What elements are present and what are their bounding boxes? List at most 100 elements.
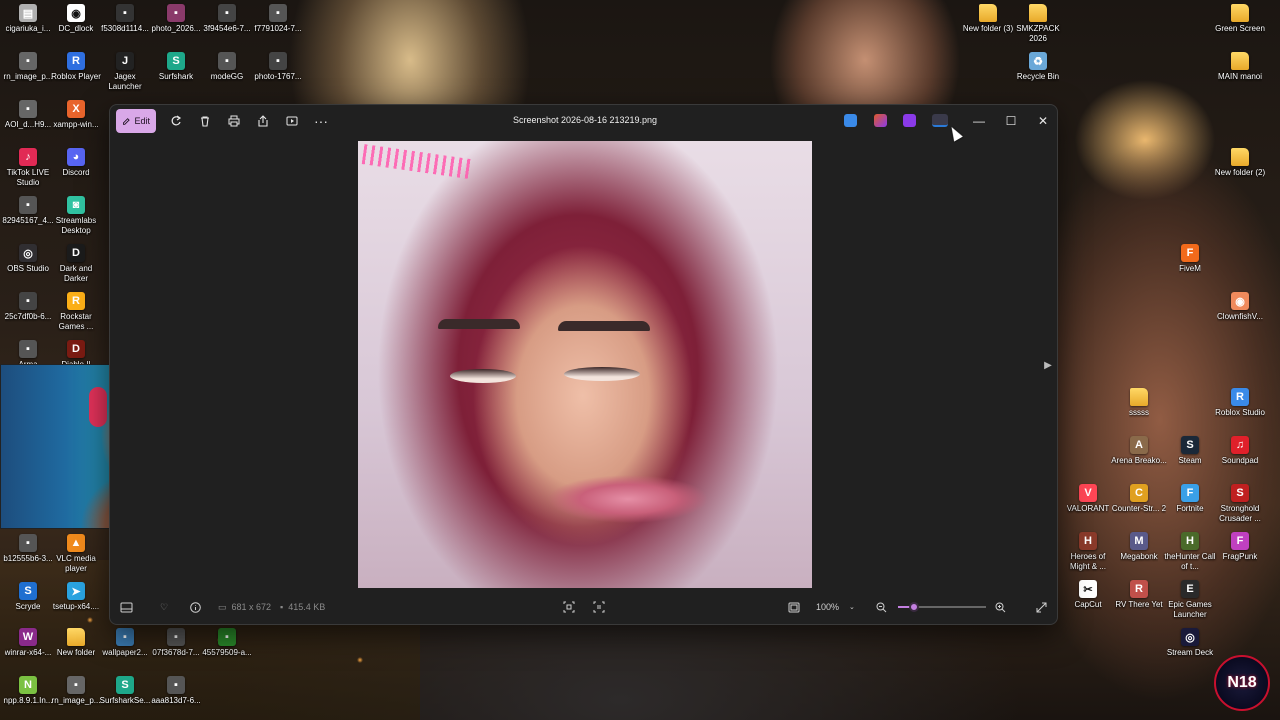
desktop-icon-label: Stronghold Crusader ... (1219, 504, 1261, 523)
close-button[interactable]: ✕ (1028, 109, 1057, 133)
desktop-icon[interactable]: S SurfsharkSe... (97, 676, 153, 706)
desktop-icon[interactable]: R Rockstar Games ... (48, 292, 104, 332)
clipchamp-icon[interactable] (874, 114, 887, 127)
desktop-icon[interactable]: ▪ modeGG (199, 52, 255, 82)
zoom-dropdown[interactable]: 100% ⌄ (816, 598, 855, 616)
app-icon: F (1181, 484, 1199, 502)
desktop-icon[interactable]: ▪ photo_2026... (148, 4, 204, 34)
desktop-icon-label: AOI_d...H9... (4, 120, 52, 129)
desktop-icon[interactable]: R Roblox Player (48, 52, 104, 82)
rotate-icon[interactable] (164, 109, 188, 133)
desktop-icon[interactable]: New folder (48, 628, 104, 658)
app-icon: ✂ (1079, 580, 1097, 598)
crop-icon[interactable] (563, 598, 575, 616)
more-icon[interactable]: ··· (309, 109, 333, 133)
desktop-icon[interactable]: ◙ Streamlabs Desktop (48, 196, 104, 236)
desktop-icon[interactable]: ♫ Soundpad (1212, 436, 1268, 466)
desktop-icon[interactable]: J Jagex Launcher (97, 52, 153, 92)
desktop-icon[interactable]: ✂ CapCut (1060, 580, 1116, 610)
slideshow-icon[interactable] (280, 109, 304, 133)
fit-to-window-icon[interactable] (788, 598, 800, 616)
desktop-icon[interactable]: H Heroes of Might & ... (1060, 532, 1116, 572)
app-icon: N (19, 676, 37, 694)
desktop-icon[interactable]: S Surfshark (148, 52, 204, 82)
video-editor-icon[interactable] (903, 114, 916, 127)
app-icon: H (1079, 532, 1097, 550)
maximize-button[interactable]: ☐ (996, 109, 1026, 133)
desktop-icon[interactable]: SMKZPACK 2026 (1010, 4, 1066, 44)
desktop-icon[interactable]: F FiveM (1162, 244, 1218, 274)
desktop-icon[interactable]: M Megabonk (1111, 532, 1167, 562)
next-image-arrow[interactable]: ▶ (1040, 355, 1056, 375)
heart-icon[interactable]: ♡ (160, 598, 168, 616)
app-icon: ▪ (218, 628, 236, 646)
desktop-icon[interactable]: ▪ 3f9454e6-7... (199, 4, 255, 34)
desktop-icon[interactable]: ▪ photo-1767... (250, 52, 306, 82)
desktop-icon[interactable]: C Counter-Str... 2 (1111, 484, 1167, 514)
desktop-icon[interactable]: F Fortnite (1162, 484, 1218, 514)
image-dimensions: ▭ 681 x 672 (218, 598, 271, 616)
designer-icon[interactable] (844, 114, 857, 127)
desktop-icon[interactable]: ▪ f5308d1114... (97, 4, 153, 34)
fullscreen-icon[interactable] (1036, 598, 1047, 616)
zoom-in-icon[interactable] (995, 598, 1006, 616)
desktop-icon[interactable]: V VALORANT (1060, 484, 1116, 514)
app-icon: C (1130, 484, 1148, 502)
desktop-icon[interactable]: ♻ Recycle Bin (1010, 52, 1066, 82)
zoom-slider-thumb[interactable] (908, 602, 919, 612)
desktop-icon[interactable]: ▪ wallpaper2... (97, 628, 153, 658)
desktop-icon[interactable]: D Dark and Darker (48, 244, 104, 284)
desktop-icon[interactable]: R RV There Yet (1111, 580, 1167, 610)
desktop-icon[interactable]: Green Screen (1212, 4, 1268, 34)
desktop-icon[interactable]: ▲ VLC media player (48, 534, 104, 574)
desktop-icon[interactable]: E Epic Games Launcher (1162, 580, 1218, 620)
desktop-icon[interactable]: Xxampp-win... (48, 100, 104, 130)
desktop-icon[interactable]: S Stronghold Crusader ... (1212, 484, 1268, 524)
desktop-icon[interactable]: S Steam (1162, 436, 1218, 466)
desktop-icon-label: Stream Deck (1166, 648, 1214, 657)
desktop-icon[interactable]: MAIN manoi (1212, 52, 1268, 82)
desktop-icon[interactable]: ▪ f7791024-7... (250, 4, 306, 34)
desktop-icon[interactable]: ◎ Stream Deck (1162, 628, 1218, 658)
app-icon: S (1231, 484, 1249, 502)
app-icon: M (1130, 532, 1148, 550)
app-icon: ▪ (218, 52, 236, 70)
desktop-icon[interactable]: ➤ tsetup-x64.... (48, 582, 104, 612)
desktop-icon[interactable]: ◉ DC_dlock (48, 4, 104, 34)
desktop-icon[interactable]: ▪ aaa813d7-6... (148, 676, 204, 706)
desktop-icon[interactable]: HtheHunter Call of t... (1162, 532, 1218, 572)
edit-button[interactable]: Edit (116, 109, 156, 133)
desktop-icon-label: Streamlabs Desktop (55, 216, 97, 235)
desktop-icon[interactable]: A Arena Breako... (1111, 436, 1167, 466)
desktop-icon[interactable]: New folder (2) (1212, 148, 1268, 178)
zoom-out-icon[interactable] (876, 598, 887, 616)
print-icon[interactable] (222, 109, 246, 133)
desktop-icon[interactable]: ◉ ClownfishV... (1212, 292, 1268, 322)
minimize-button[interactable]: — (964, 109, 994, 133)
desktop-icon-label: Roblox Player (51, 72, 101, 81)
filmstrip-icon[interactable] (120, 598, 133, 616)
folder-icon (979, 4, 997, 22)
desktop-icon[interactable]: ◕ Discord (48, 148, 104, 178)
onedrive-icon[interactable] (932, 114, 948, 127)
desktop-icon[interactable]: F FragPunk (1212, 532, 1268, 562)
trash-icon[interactable] (193, 109, 217, 133)
title-bar[interactable]: Edit ··· Screenshot 2026-08-16 213219.pn… (110, 105, 1057, 138)
desktop-icon[interactable]: New folder (3) (960, 4, 1016, 34)
desktop-icon[interactable]: ▪ 45579509-a... (199, 628, 255, 658)
share-icon[interactable] (251, 109, 275, 133)
app-icon: ▪ (269, 52, 287, 70)
desktop-icon[interactable]: sssss (1111, 388, 1167, 418)
app-icon: ▪ (19, 196, 37, 214)
desktop-icon-label: aaa813d7-6... (151, 696, 201, 705)
visual-search-icon[interactable] (593, 598, 605, 616)
desktop-icon-label: photo_2026... (151, 24, 201, 33)
desktop-icon-label: Jagex Launcher (108, 72, 142, 91)
displayed-image[interactable] (358, 141, 812, 588)
zoom-slider[interactable] (898, 602, 986, 612)
desktop-icon[interactable]: ▪ 07f3678d-7... (148, 628, 204, 658)
info-icon[interactable] (190, 598, 201, 616)
desktop-icon[interactable]: R Roblox Studio (1212, 388, 1268, 418)
desktop-icon-label: cigariuka_i... (5, 24, 51, 33)
desktop-icon[interactable]: ▪ rn_image_p... (48, 676, 104, 706)
